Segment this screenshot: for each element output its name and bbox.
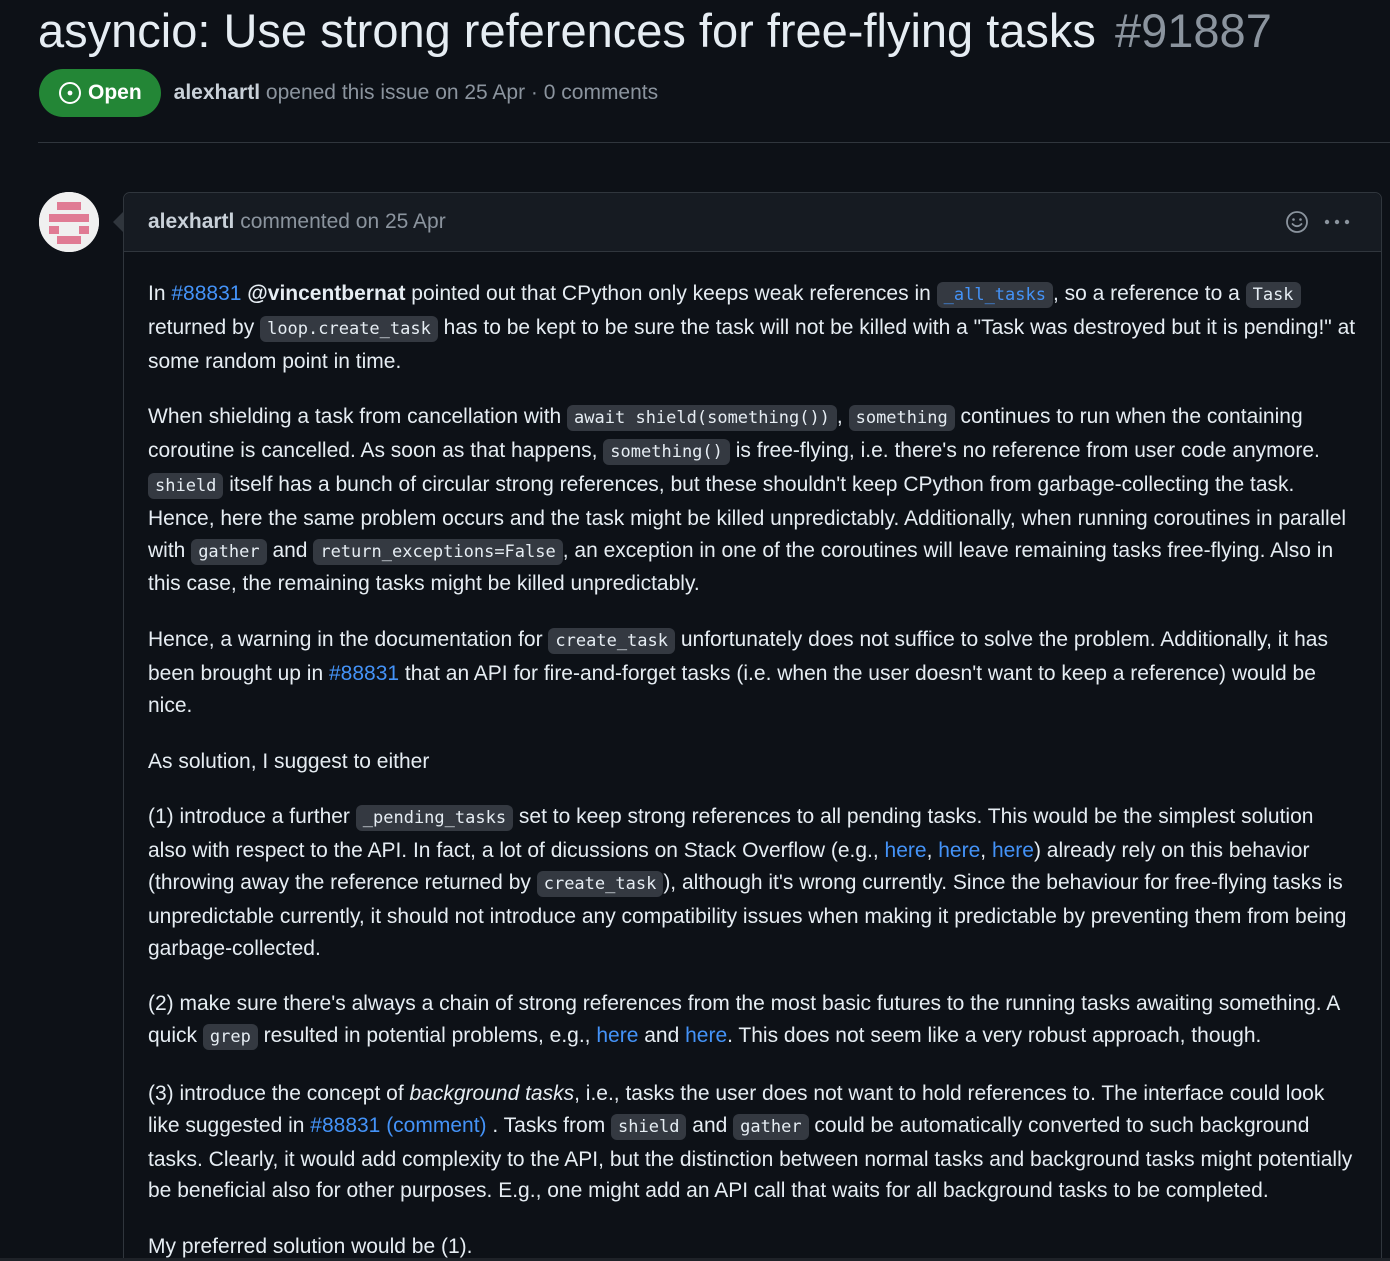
issue-title: asyncio: Use strong references for free-… bbox=[38, 2, 1272, 60]
here-link[interactable]: here bbox=[992, 839, 1034, 862]
add-reaction-button[interactable] bbox=[1285, 210, 1309, 239]
comment-header-text: alexhartl commented on 25 Apr bbox=[148, 210, 446, 234]
comment-pointer bbox=[113, 212, 123, 232]
text-span: and bbox=[686, 1113, 734, 1137]
avatar[interactable] bbox=[39, 192, 99, 252]
text-span: . Tasks from bbox=[486, 1113, 612, 1137]
inline-code: grep bbox=[202, 1024, 258, 1051]
inline-code: something bbox=[848, 405, 955, 432]
issue-opened-icon bbox=[59, 82, 81, 104]
issue-meta-text: alexhartl opened this issue on 25 Apr · … bbox=[174, 81, 658, 105]
inline-code: return_exceptions=False bbox=[313, 538, 563, 565]
text-span: . This does not seem like a very robust … bbox=[727, 1024, 1262, 1048]
here-link[interactable]: here bbox=[885, 839, 927, 862]
issue-state-label: Open bbox=[88, 81, 142, 104]
text-span: and bbox=[638, 1024, 686, 1048]
comment-body: In #88831 @vincentbernat pointed out tha… bbox=[124, 252, 1381, 1261]
inline-code: create_task bbox=[548, 628, 675, 655]
text-span: In bbox=[148, 282, 172, 305]
text-span: resulted in potential problems, e.g., bbox=[257, 1024, 597, 1048]
issue-number: #91887 bbox=[1115, 4, 1272, 57]
text-span: My preferred solution would be (1). bbox=[148, 1235, 473, 1259]
here-link[interactable]: here bbox=[685, 1024, 727, 1047]
issue-state-badge: Open bbox=[39, 69, 161, 117]
inline-code: _all_tasks bbox=[936, 282, 1053, 308]
paragraph-1: In #88831 @vincentbernat pointed out tha… bbox=[148, 278, 1357, 377]
comment-actions bbox=[1285, 210, 1351, 239]
text-span: pointed out that CPython only keeps weak… bbox=[405, 282, 937, 305]
text-span: When shielding a task from cancellation … bbox=[148, 405, 568, 429]
text-span: , so a reference to a bbox=[1052, 282, 1246, 305]
inline-code: create_task bbox=[536, 870, 664, 897]
emphasis-text: background tasks bbox=[409, 1081, 575, 1105]
paragraph-2: When shielding a task from cancellation … bbox=[148, 401, 1357, 600]
comment-author-link[interactable]: alexhartl bbox=[148, 210, 234, 233]
text-span: , bbox=[980, 839, 992, 863]
comment-options-button[interactable] bbox=[1323, 210, 1351, 239]
issue-meta-row: Open alexhartl opened this issue on 25 A… bbox=[39, 69, 658, 117]
inline-code: await shield(something()) bbox=[567, 405, 837, 432]
text-span: Hence, a warning in the documentation fo… bbox=[148, 628, 549, 652]
issue-author-link[interactable]: alexhartl bbox=[174, 81, 260, 104]
paragraph-5: (1) introduce a further _pending_tasks s… bbox=[148, 801, 1357, 964]
text-span: , bbox=[836, 405, 849, 429]
inline-code: loop.create_task bbox=[260, 315, 438, 342]
comment-header: alexhartl commented on 25 Apr bbox=[124, 193, 1381, 252]
paragraph-3: Hence, a warning in the documentation fo… bbox=[148, 624, 1357, 721]
code-link-all-tasks[interactable]: _all_tasks bbox=[936, 282, 1053, 308]
text-span: As solution, I suggest to either bbox=[148, 749, 430, 773]
paragraph-4: As solution, I suggest to either bbox=[148, 746, 1357, 778]
here-link[interactable]: here bbox=[596, 1024, 638, 1047]
comment-meta[interactable]: commented on 25 Apr bbox=[240, 210, 445, 233]
text-span: (3) introduce the concept of bbox=[148, 1081, 410, 1105]
smiley-icon bbox=[1286, 211, 1308, 233]
paragraph-7: (3) introduce the concept of background … bbox=[148, 1078, 1357, 1207]
inline-code: Task bbox=[1245, 282, 1301, 308]
inline-code: gather bbox=[191, 538, 267, 565]
issue-link-88831[interactable]: #88831 bbox=[171, 282, 241, 305]
paragraph-8: My preferred solution would be (1). bbox=[148, 1231, 1357, 1261]
here-link[interactable]: here bbox=[938, 839, 980, 862]
identicon-avatar-icon bbox=[39, 192, 99, 252]
inline-code: shield bbox=[611, 1113, 687, 1140]
issue-title-text: asyncio: Use strong references for free-… bbox=[38, 4, 1096, 57]
text-span: (1) introduce a further bbox=[148, 805, 356, 829]
kebab-menu-icon bbox=[1324, 219, 1350, 225]
inline-code: gather bbox=[733, 1113, 809, 1140]
issue-meta-rest: opened this issue on 25 Apr · 0 comments bbox=[265, 81, 659, 104]
inline-code: _pending_tasks bbox=[355, 805, 514, 832]
inline-code: something() bbox=[603, 439, 730, 466]
issue-link-88831[interactable]: #88831 bbox=[329, 662, 399, 685]
inline-code: shield bbox=[148, 472, 224, 499]
paragraph-6: (2) make sure there's always a chain of … bbox=[148, 988, 1357, 1054]
text-span: returned by bbox=[148, 315, 261, 339]
header-divider bbox=[38, 142, 1390, 143]
text-span: and bbox=[266, 538, 314, 562]
mention-vincentbernat[interactable]: @vincentbernat bbox=[247, 282, 405, 305]
comment-box: alexhartl commented on 25 Apr In #88831 … bbox=[123, 192, 1382, 1261]
text-span: is free-flying, i.e. there's no referenc… bbox=[729, 439, 1320, 463]
issue-page: asyncio: Use strong references for free-… bbox=[0, 0, 1390, 1261]
text-span: , bbox=[926, 839, 939, 863]
issue-comment-link[interactable]: #88831 (comment) bbox=[310, 1114, 486, 1137]
